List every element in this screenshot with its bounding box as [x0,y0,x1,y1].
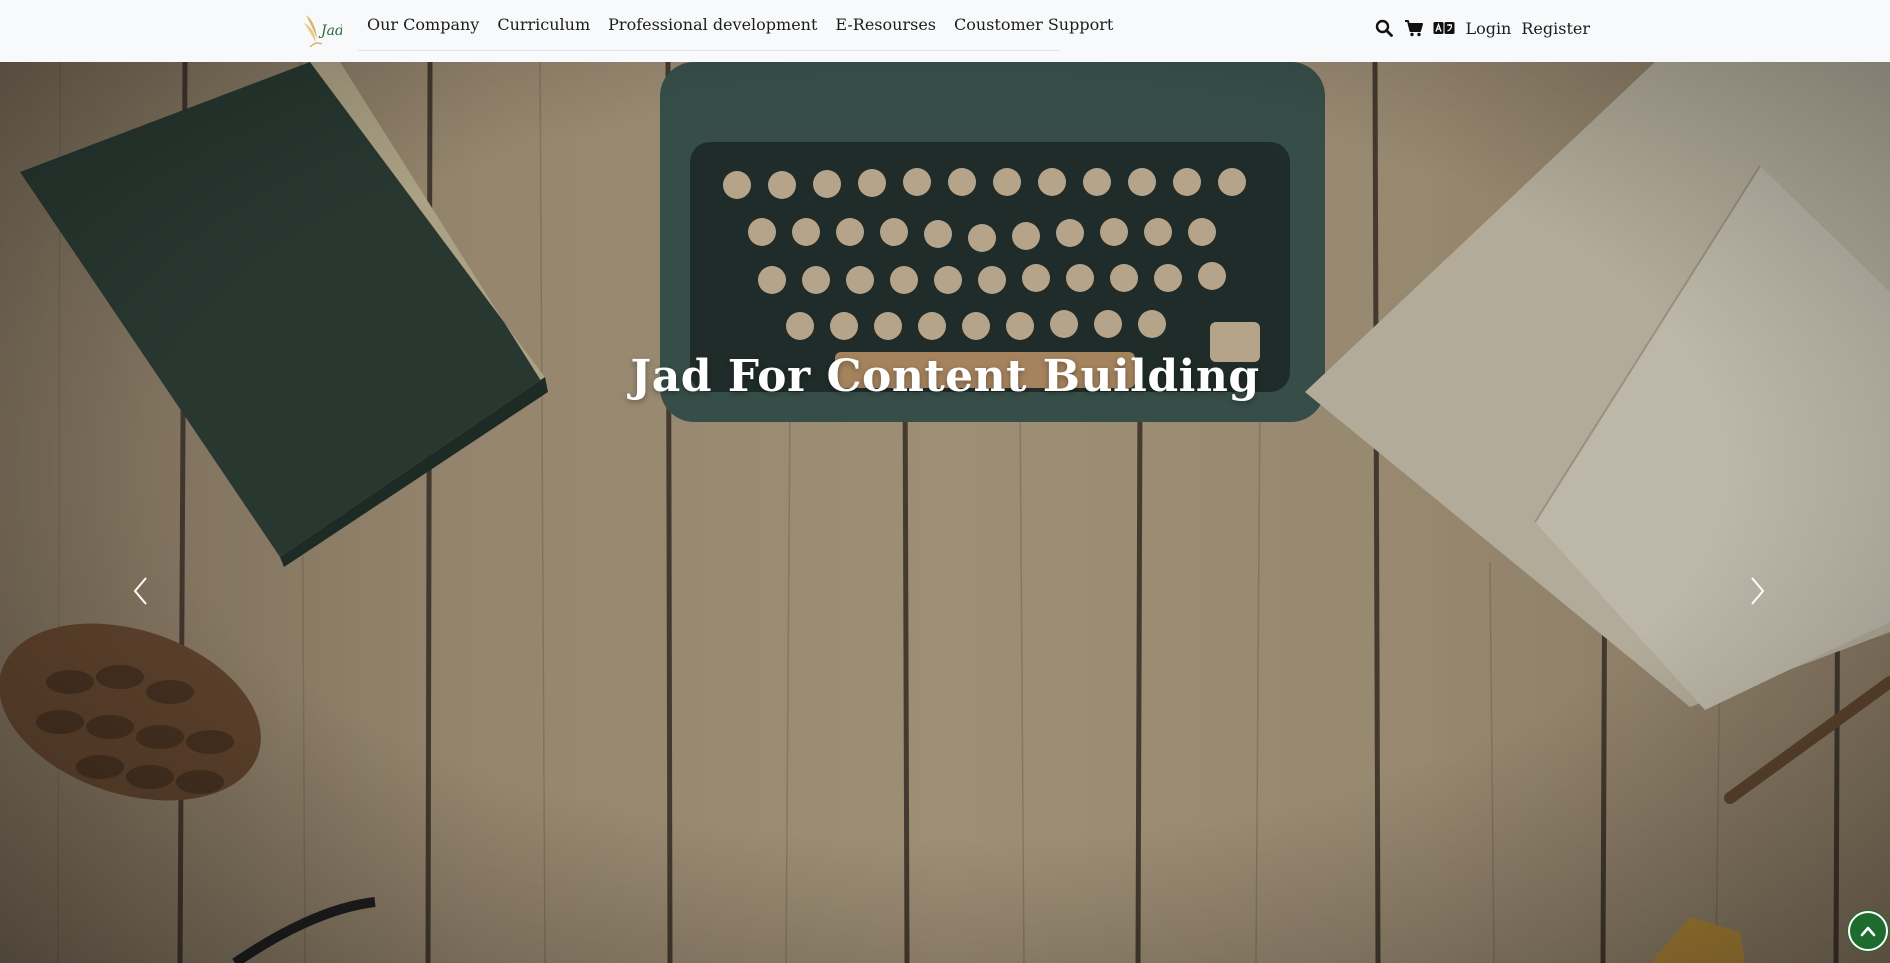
back-to-top-button[interactable] [1848,911,1888,951]
hero-title: Jad For Content Building [630,351,1260,403]
hero-carousel: Jad For Content Building [0,62,1890,963]
register-link[interactable]: Register [1521,19,1590,38]
nav-curriculum[interactable]: Curriculum [488,0,599,53]
carousel-prev-arrow-icon[interactable] [130,574,152,608]
nav-professional-development[interactable]: Professional development [599,0,826,53]
nav-actions: Login Register [1365,0,1590,56]
navbar: Jad Our Company Curriculum Professional … [0,0,1890,62]
hero-background-image [0,62,1890,963]
nav-our-company[interactable]: Our Company [358,0,488,53]
cart-icon[interactable] [1403,17,1425,39]
carousel-next-arrow-icon[interactable] [1746,574,1768,608]
search-icon[interactable] [1373,17,1395,39]
nav-e-resources[interactable]: E-Resourses [826,0,945,53]
login-link[interactable]: Login [1465,19,1511,38]
nav-customer-support[interactable]: Coustomer Support [945,0,1122,53]
language-icon[interactable] [1433,17,1455,39]
chevron-up-icon [1860,926,1876,937]
primary-nav: Our Company Curriculum Professional deve… [358,0,1113,53]
brand-logo[interactable]: Jad [302,9,344,51]
brand-logo-text: Jad [318,23,342,39]
